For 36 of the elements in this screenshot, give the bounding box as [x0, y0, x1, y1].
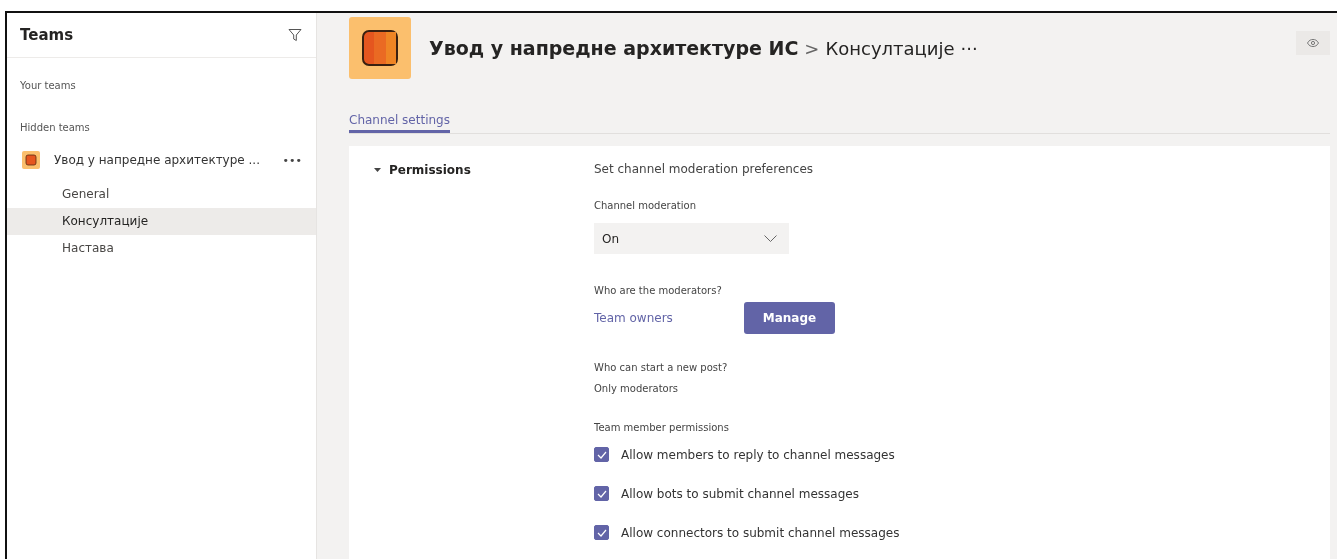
field-label: Channel moderation — [594, 200, 696, 211]
field-label: Team member permissions — [594, 422, 729, 433]
field-label: Who are the moderators? — [594, 285, 722, 296]
checkbox[interactable] — [594, 447, 609, 462]
moderation-dropdown[interactable]: On — [594, 223, 789, 254]
checkbox[interactable] — [594, 525, 609, 540]
more-options[interactable]: ··· — [960, 37, 978, 59]
checkbox-label: Allow members to reply to channel messages — [621, 447, 895, 462]
section-heading: Hidden teams — [19, 121, 91, 133]
channel-item[interactable]: General — [7, 181, 316, 208]
channel-title: Консултације — [825, 37, 955, 59]
team-owners-link[interactable]: Team owners — [594, 311, 744, 325]
checkbox-label: Allow bots to submit channel messages — [621, 486, 859, 501]
filter-icon[interactable] — [288, 28, 302, 42]
eye-icon — [1307, 39, 1319, 47]
team-logo-icon — [22, 151, 40, 169]
field-label: Who can start a new post? — [594, 362, 728, 373]
chevron-icon — [764, 235, 777, 242]
team-name[interactable]: Увод у напредне архитектуре ... — [54, 153, 260, 167]
channel-item[interactable]: Настава — [7, 235, 316, 262]
manage-button[interactable]: Manage — [744, 302, 835, 334]
breadcrumb-separator: > — [804, 37, 820, 59]
sidebar-title: Teams — [20, 26, 74, 44]
checkbox[interactable] — [594, 486, 609, 501]
section-title: Permissions — [389, 163, 471, 177]
checkbox-label: Allow connectors to submit channel messages — [621, 525, 900, 540]
team-title: Увод у напредне архитектуре ИС — [429, 37, 799, 59]
view-button[interactable] — [1296, 31, 1330, 55]
field-value: Only moderators — [594, 383, 679, 394]
tab[interactable]: Channel settings — [349, 113, 450, 133]
team-logo-icon — [349, 17, 411, 79]
description: Set channel moderation preferences — [594, 162, 814, 176]
more-options[interactable]: ••• — [282, 153, 302, 167]
channel-item[interactable]: Консултације — [7, 208, 316, 235]
section-heading: Your teams — [19, 79, 77, 91]
caret-icon[interactable] — [374, 168, 381, 172]
